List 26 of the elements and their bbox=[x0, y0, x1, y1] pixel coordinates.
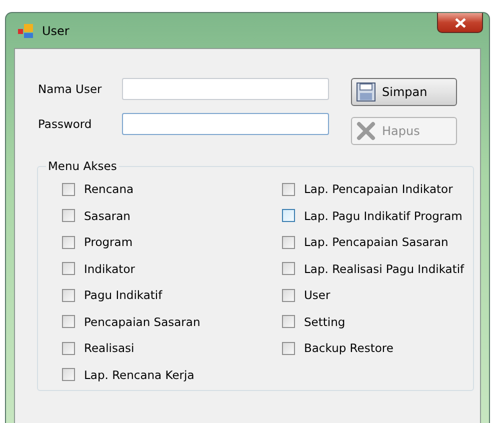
checkbox[interactable]: Pencapaian Sasaran bbox=[62, 312, 282, 332]
close-icon bbox=[454, 18, 466, 28]
checkbox[interactable]: Realisasi bbox=[62, 338, 282, 358]
close-button[interactable] bbox=[437, 13, 483, 33]
input-field[interactable] bbox=[122, 113, 329, 135]
checkbox[interactable]: Lap. Pencapaian Sasaran bbox=[282, 232, 464, 252]
checkbox[interactable]: Backup Restore bbox=[282, 338, 464, 358]
checkbox[interactable]: Program bbox=[62, 232, 282, 252]
crossed-tools-icon bbox=[356, 121, 376, 141]
group-title: Menu Akses bbox=[47, 159, 118, 173]
checkbox[interactable]: Lap. Realisasi Pagu Indikatif bbox=[282, 258, 464, 279]
checkbox[interactable]: Indikator bbox=[62, 258, 282, 279]
save-button[interactable]: Simpan bbox=[351, 78, 457, 106]
checkbox[interactable]: Rencana bbox=[62, 179, 282, 200]
checkbox[interactable]: Lap. Pencapaian Indikator bbox=[282, 179, 464, 200]
window-app-icon bbox=[18, 24, 34, 38]
checkbox[interactable]: Lap. Rencana Kerja bbox=[62, 364, 282, 385]
field-label: Password bbox=[37, 117, 93, 131]
checkbox[interactable]: Setting bbox=[282, 312, 464, 332]
checkbox[interactable]: User bbox=[282, 285, 464, 306]
field-label: Nama User bbox=[37, 82, 103, 96]
checkbox[interactable]: Lap. Pagu Indikatif Program bbox=[282, 206, 464, 226]
window-title: User bbox=[42, 24, 70, 38]
checkbox[interactable]: Pagu Indikatif bbox=[62, 285, 282, 306]
input-field[interactable] bbox=[122, 78, 329, 100]
checkbox[interactable]: Sasaran bbox=[62, 206, 282, 226]
